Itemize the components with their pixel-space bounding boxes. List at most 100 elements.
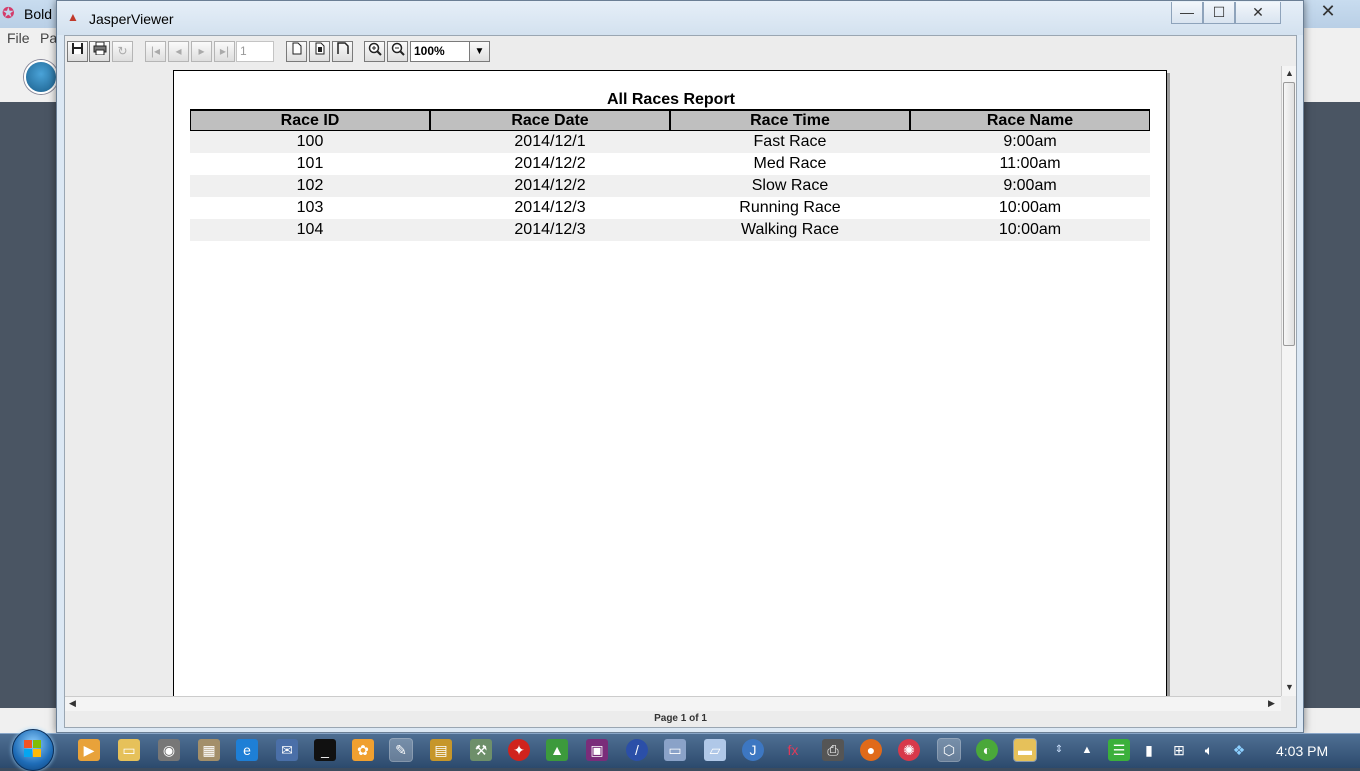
jasperviewer-window: ▲ JasperViewer — ☐ ✕ ↻ |◂ ◂ ▸ ▸| 1 100% …	[56, 0, 1304, 733]
viewer-toolbar: ↻ |◂ ◂ ▸ ▸| 1 100% ▼	[65, 36, 1296, 66]
network-icon[interactable]: ⊞	[1168, 739, 1190, 761]
table-row: 102 2014/12/2 Slow Race 9:00am	[190, 175, 1150, 197]
report-page: All Races Report Race ID Race Date Race …	[173, 70, 1167, 696]
cell-race-name: 9:00am	[1003, 133, 1057, 150]
fit-width-icon	[336, 42, 349, 54]
netbeans-icon[interactable]: ◐	[976, 739, 998, 761]
column-header-race-date: Race Date	[431, 111, 671, 130]
scroll-right-icon[interactable]: ▶	[1268, 698, 1275, 709]
media-player-icon[interactable]: ▶	[78, 739, 100, 761]
save-button[interactable]	[67, 41, 88, 62]
menu-pa[interactable]: Pa	[40, 30, 57, 46]
show-hidden-icons-icon[interactable]: ▲	[1076, 739, 1098, 761]
compass-icon[interactable]: /	[626, 739, 648, 761]
page-number-input[interactable]: 1	[236, 41, 274, 62]
viewer-content: ↻ |◂ ◂ ▸ ▸| 1 100% ▼ All Races Report Ra…	[64, 35, 1297, 728]
fit-width-button[interactable]	[332, 41, 353, 62]
cell-race-id: 100	[296, 133, 324, 150]
last-page-button[interactable]: ▸|	[214, 41, 235, 62]
column-header-race-name: Race Name	[986, 112, 1074, 129]
printer-icon[interactable]: ⎙	[822, 739, 844, 761]
fit-page-button[interactable]	[309, 41, 330, 62]
clock[interactable]: 4:03 PM	[1276, 743, 1328, 759]
minimize-button[interactable]: —	[1171, 2, 1203, 24]
chevron-down-icon: ▼	[474, 46, 485, 57]
chart-app-icon[interactable]: ▲	[546, 739, 568, 761]
word-icon[interactable]: ▱	[704, 739, 726, 761]
print-button[interactable]	[89, 41, 110, 62]
cell-race-name: 9:00am	[1003, 177, 1057, 194]
cell-race-id: 103	[296, 199, 324, 216]
taskbar-scroll-icon[interactable]: ⇕	[1050, 739, 1068, 761]
print-icon	[93, 41, 106, 56]
reload-icon: ↻	[117, 44, 128, 58]
avatar[interactable]	[24, 60, 58, 94]
cell-race-time: Med Race	[753, 155, 827, 172]
close-button[interactable]: ✕	[1235, 2, 1281, 24]
cell-race-name: 10:00am	[998, 199, 1062, 216]
media-app-icon[interactable]: ▣	[586, 739, 608, 761]
outlook-icon[interactable]: ✉	[276, 739, 298, 761]
background-app-title: Bold	[24, 6, 53, 22]
folder-icon[interactable]: ▬	[1014, 739, 1036, 761]
tools-icon[interactable]: ⚒	[470, 739, 492, 761]
background-close-icon[interactable]: ✕	[1310, 0, 1346, 22]
report-table-header: Race ID Race Date Race Time Race Name	[190, 109, 1150, 131]
horizontal-scrollbar[interactable]: ◀ ▶	[65, 696, 1281, 711]
red-app-icon[interactable]: ✦	[508, 739, 530, 761]
camera-icon[interactable]: ◉	[158, 739, 180, 761]
zoom-dropdown-button[interactable]: ▼	[469, 41, 490, 62]
actual-size-button[interactable]	[286, 41, 307, 62]
start-button[interactable]	[12, 729, 54, 771]
maximize-icon: ☐	[1212, 4, 1226, 20]
volume-icon[interactable]: 🔈︎	[1198, 739, 1220, 761]
scroll-down-icon[interactable]: ▼	[1285, 682, 1294, 692]
cell-race-date: 2014/12/2	[514, 177, 586, 194]
zoom-out-button[interactable]	[387, 41, 408, 62]
sql-app-icon[interactable]: ✺	[898, 739, 920, 761]
cell-race-name: 10:00am	[998, 221, 1062, 238]
maximize-button[interactable]: ☐	[1203, 2, 1235, 24]
command-prompt-icon[interactable]: _	[314, 739, 336, 761]
firefox-icon[interactable]: ●	[860, 739, 882, 761]
table-row: 103 2014/12/3 Running Race 10:00am	[190, 197, 1150, 219]
vertical-scroll-thumb[interactable]	[1283, 82, 1295, 346]
scroll-left-icon[interactable]: ◀	[69, 698, 76, 709]
window-title: JasperViewer	[89, 11, 174, 27]
table-row: 104 2014/12/3 Walking Race 10:00am	[190, 219, 1150, 241]
internet-explorer-icon[interactable]: e	[236, 739, 258, 761]
zoom-in-button[interactable]	[364, 41, 385, 62]
cell-race-id: 102	[296, 177, 324, 194]
vertical-scrollbar[interactable]: ▲ ▼	[1281, 66, 1296, 696]
first-page-icon: |◂	[150, 44, 161, 58]
notepad-icon[interactable]: ▭	[664, 739, 686, 761]
report-viewport[interactable]: All Races Report Race ID Race Date Race …	[65, 66, 1281, 696]
windows-logo-icon	[24, 740, 42, 758]
fx-app-icon[interactable]: fx	[782, 739, 804, 761]
dropbox-icon[interactable]: ❖	[1228, 739, 1250, 761]
next-page-button[interactable]: ▸	[191, 41, 212, 62]
scroll-up-icon[interactable]: ▲	[1285, 68, 1294, 78]
window-titlebar[interactable]: ▲ JasperViewer — ☐ ✕	[57, 1, 1303, 35]
menu-file[interactable]: File	[7, 30, 30, 46]
tray-app-icon[interactable]: ☰	[1108, 739, 1130, 761]
cell-race-date: 2014/12/3	[514, 199, 586, 216]
java-app-icon[interactable]: ✎	[390, 739, 412, 761]
last-page-icon: ▸|	[219, 44, 230, 58]
app-orange-icon[interactable]: ✿	[352, 739, 374, 761]
cell-race-time: Fast Race	[753, 133, 827, 150]
page-status-label: Page 1 of 1	[654, 713, 707, 724]
table-row: 101 2014/12/2 Med Race 11:00am	[190, 153, 1150, 175]
previous-page-button[interactable]: ◂	[168, 41, 189, 62]
photo-viewer-icon[interactable]: ▦	[198, 739, 220, 761]
first-page-button[interactable]: |◂	[145, 41, 166, 62]
j-app-icon[interactable]: J	[742, 739, 764, 761]
film-icon[interactable]: ▤	[430, 739, 452, 761]
cell-race-name: 11:00am	[999, 155, 1061, 172]
reload-button[interactable]: ↻	[112, 41, 133, 62]
file-explorer-icon[interactable]: ▭	[118, 739, 140, 761]
cell-race-time: Walking Race	[740, 221, 840, 238]
virtualbox-icon[interactable]: ⬡	[938, 739, 960, 761]
column-header-race-time: Race Time	[671, 111, 911, 130]
battery-icon[interactable]: ▮	[1138, 739, 1160, 761]
